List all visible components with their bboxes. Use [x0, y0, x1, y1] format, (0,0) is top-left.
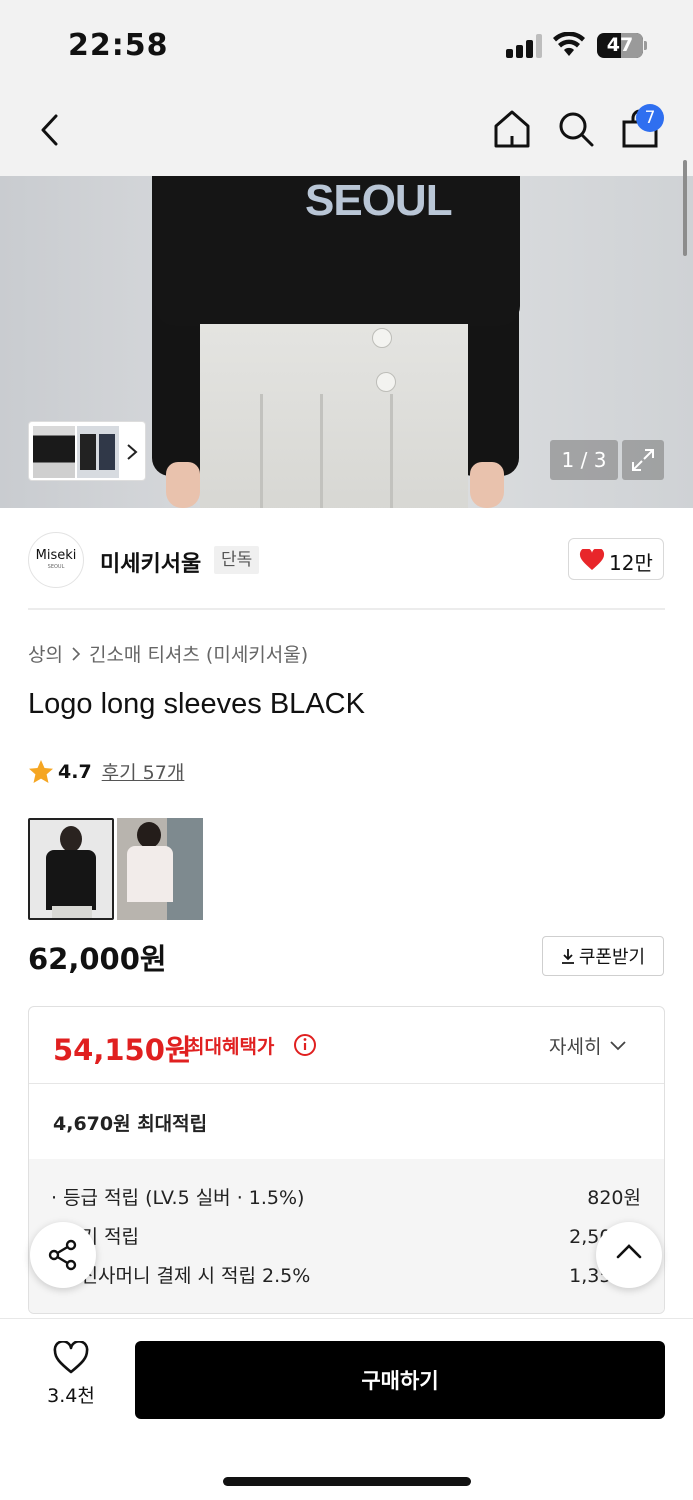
review-count-link[interactable]: 후기 57개	[102, 758, 185, 785]
image-thumbnail-strip[interactable]	[28, 421, 146, 481]
brand-like-button[interactable]: 12만	[568, 538, 664, 580]
search-icon[interactable]	[556, 108, 596, 150]
home-indicator	[223, 1477, 471, 1486]
skirt-button	[376, 372, 396, 392]
top-navigation	[0, 90, 693, 176]
scroll-indicator	[683, 160, 687, 256]
hero-shirt-print: SEOUL	[305, 176, 453, 225]
status-time: 22:58	[68, 28, 169, 63]
status-bar: 22:58 47	[0, 0, 693, 90]
product-title: Logo long sleeves BLACK	[28, 688, 365, 720]
skirt-button	[372, 328, 392, 348]
wifi-icon	[553, 32, 585, 56]
chevron-right-icon	[72, 646, 81, 661]
points-row: · 후기 적립 2,500원	[51, 1222, 641, 1249]
heart-outline-icon	[53, 1340, 89, 1374]
brand-logo-text: Miseki	[35, 548, 77, 563]
brand-logo-subtext: SEOUL	[47, 564, 65, 570]
share-icon	[48, 1239, 77, 1271]
points-row: · 등급 적립 (LV.5 실버 · 1.5%) 820원	[51, 1183, 641, 1210]
brand-like-count: 12만	[609, 551, 653, 575]
share-button[interactable]	[30, 1222, 96, 1288]
download-icon	[561, 949, 574, 964]
thumbnail-2[interactable]	[77, 426, 119, 478]
max-points: 4,670원 최대적립	[53, 1113, 208, 1135]
heart-filled-icon	[579, 549, 605, 570]
points-breakdown: · 등급 적립 (LV.5 실버 · 1.5%) 820원 · 후기 적립 2,…	[29, 1159, 664, 1313]
chevron-right-icon[interactable]	[125, 442, 139, 462]
review-photo-thumbnail[interactable]	[117, 818, 203, 920]
detail-toggle[interactable]: 자세히	[549, 1032, 627, 1059]
brand-name[interactable]: 미세키서울	[100, 546, 201, 578]
coupon-download-button[interactable]: 쿠폰받기	[542, 936, 664, 976]
bottom-action-bar: 3.4천 구매하기	[0, 1318, 693, 1500]
breadcrumb-subcategory[interactable]: 긴소매 티셔츠 (미세키서울)	[89, 640, 308, 667]
cart-count-badge: 7	[636, 104, 664, 132]
section-divider	[28, 608, 665, 610]
breadcrumb: 상의 긴소매 티셔츠 (미세키서울)	[28, 640, 308, 667]
image-counter: 1 / 3	[550, 440, 618, 480]
points-row: · 무신사머니 결제 시 적립 2.5% 1,350원	[51, 1261, 641, 1288]
original-price: 62,000원	[28, 942, 167, 976]
hero-skirt	[200, 324, 468, 508]
cellular-signal-icon	[506, 34, 542, 58]
buy-button[interactable]: 구매하기	[135, 1341, 665, 1419]
benefit-box: 54,150원 최대혜택가 자세히 4,670원 최대적립 · 등급 적립 (L…	[28, 1006, 665, 1314]
exclusive-badge: 단독	[214, 546, 260, 574]
points-row-label: · 등급 적립 (LV.5 실버 · 1.5%)	[51, 1187, 305, 1209]
rating-row: 4.7 후기 57개	[28, 758, 184, 785]
battery-level: 47	[606, 34, 634, 56]
hero-hand-left	[166, 462, 200, 508]
battery-cap	[644, 41, 647, 50]
review-photo-thumbnail[interactable]	[28, 818, 114, 920]
chevron-up-icon	[616, 1244, 642, 1259]
info-icon[interactable]	[293, 1033, 317, 1057]
thumbnail-1[interactable]	[33, 426, 75, 478]
detail-label: 자세히	[549, 1036, 602, 1058]
scroll-to-top-button[interactable]	[596, 1222, 662, 1288]
home-icon[interactable]	[492, 108, 532, 150]
max-benefit-price: 54,150원	[53, 1033, 192, 1067]
breadcrumb-category[interactable]: 상의	[28, 640, 63, 667]
wishlist-button[interactable]: 3.4천	[36, 1340, 106, 1421]
brand-logo[interactable]: Miseki SEOUL	[28, 532, 84, 588]
box-divider	[29, 1083, 664, 1084]
points-row-value: 820원	[587, 1187, 641, 1209]
fullscreen-button[interactable]	[622, 440, 664, 480]
rating-score: 4.7	[58, 760, 92, 783]
back-arrow-icon[interactable]	[34, 110, 66, 150]
wishlist-count: 3.4천	[47, 1385, 95, 1407]
coupon-label: 쿠폰받기	[578, 947, 646, 968]
max-benefit-label: 최대혜택가	[187, 1036, 275, 1058]
hero-hand-right	[470, 462, 504, 508]
chevron-down-icon	[610, 1040, 627, 1050]
expand-icon	[632, 449, 654, 471]
battery-icon: 47	[597, 33, 643, 58]
star-icon	[29, 759, 53, 783]
